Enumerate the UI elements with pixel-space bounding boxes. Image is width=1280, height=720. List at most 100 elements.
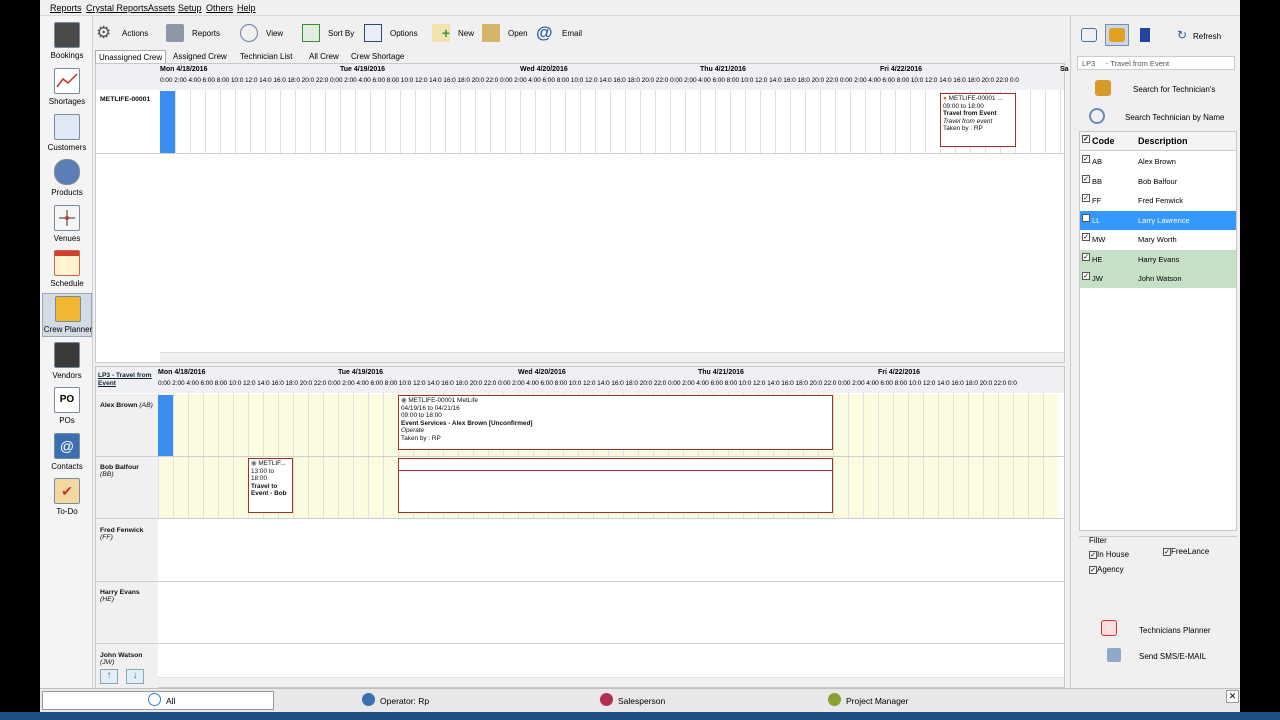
technician-row[interactable]: ✓ AB Alex Brown [1080,152,1236,171]
nav-products[interactable]: Products [42,157,92,201]
day-label: Mon 4/18/2016 [158,369,206,376]
tech-row-alex-brown[interactable]: Alex Brown (AB) [96,398,158,413]
app-window: Reports Crystal Reports Assets Setup Oth… [40,0,1240,712]
crew-toggle-button[interactable] [1105,24,1129,46]
move-down-button[interactable]: ↓ [126,669,144,684]
menu-assets[interactable]: Assets [148,3,175,13]
tech-row-harry-evans[interactable]: Harry Evans (HE) [96,585,158,607]
technician-checkbox[interactable]: ✓ [1082,233,1090,241]
tech-row-fred-fenwick[interactable]: Fred Fenwick (FF) [96,523,158,545]
tab-assigned-crew[interactable]: Assigned Crew [170,50,230,63]
grid-column-line [745,90,746,153]
refresh-icon: ↻ [1177,28,1188,42]
grid-column-line [835,90,836,153]
refresh-button[interactable]: ↻ Refresh [1177,28,1237,44]
select-all-checkbox[interactable]: ✓ [1082,135,1090,143]
filter-inhouse[interactable]: ✓In House [1089,550,1129,559]
options-monitor-icon [364,24,382,42]
menu-help[interactable]: Help [237,3,256,13]
search-technician-name-button[interactable]: Search Technician by Name [1089,108,1237,128]
row-divider [96,456,1064,457]
tech-row-bob-balfour[interactable]: Bob Balfour (BB) [96,460,158,482]
grid-column-line [640,90,641,153]
menu-others[interactable]: Others [206,3,233,13]
grid-column-line [325,90,326,153]
day-label: Tue 4/19/2016 [340,66,386,73]
day-label: Thu 4/21/2016 [698,369,744,376]
technician-checkbox[interactable]: ✓ [1082,174,1090,183]
technician-checkbox[interactable]: ✓ [1082,194,1090,202]
technician-row[interactable]: ✓ BB Bob Balfour [1080,172,1236,191]
nav-contacts[interactable]: @ Contacts [42,431,92,475]
technician-row[interactable]: ✓ HE Harry Evans [1080,249,1236,269]
nav-shortages[interactable]: Shortages [42,66,92,110]
technician-checkbox[interactable]: ✓ [1082,272,1090,280]
grid-column-line [265,90,266,153]
tab-unassigned-crew[interactable]: Unassigned Crew [95,50,167,63]
technician-checkbox[interactable]: ✓ [1082,213,1090,222]
column-description[interactable]: Description [1138,136,1188,146]
technician-code: JW [1092,274,1103,283]
planner-icon [1101,620,1117,636]
filter-agency[interactable]: ✓Agency [1089,565,1124,574]
menu-crystal-reports[interactable]: Crystal Reports [86,3,148,13]
travel-to-event-card[interactable]: ◉ METLIF... 13:00 to 18:00 Travel to Eve… [248,458,293,513]
menu-reports[interactable]: Reports [50,3,82,13]
chat-toggle-button[interactable] [1077,24,1101,46]
tab-technician-list[interactable]: Technician List [237,50,295,63]
event-icon: ◉ [401,397,407,404]
tab-crew-shortage[interactable]: Crew Shortage [348,50,407,63]
close-icon[interactable]: ✕ [1226,690,1239,703]
bottom-horizontal-scrollbar[interactable] [158,677,1064,687]
column-code[interactable]: Code [1092,136,1115,146]
selected-job-label[interactable]: LP3 - Travel from Event [98,372,154,388]
technician-row[interactable]: ✓ FF Fred Fenwick [1080,191,1236,210]
windows-taskbar [0,712,1280,720]
nav-vendors[interactable]: Vendors [42,340,92,384]
book-toggle-button[interactable] [1133,24,1157,46]
row-label-metlife: METLIFE-00001 [100,96,151,103]
grid-column-line [505,90,506,153]
operator-icon [362,693,375,706]
menu-setup[interactable]: Setup [178,3,202,13]
nav-pos[interactable]: PO POs [42,385,92,429]
technician-row[interactable]: ✓ JW John Watson [1080,269,1236,288]
grid-column-line [895,90,896,153]
grid-column-line [550,90,551,153]
nav-venues[interactable]: Venues [42,203,92,247]
nav-customers[interactable]: Customers [42,112,92,156]
travel-from-event-card[interactable]: ● METLIFE-00001 ... 09:00 to 18:00 Trave… [940,93,1016,147]
event-services-card-bob[interactable] [398,458,833,513]
send-sms-email-button[interactable]: Send SMS/E-MAIL [1107,648,1237,664]
globe-icon [148,693,161,706]
technician-code: AB [1092,157,1103,166]
row-divider [96,643,1064,644]
technician-checkbox[interactable]: ✓ [1082,252,1090,261]
move-up-button[interactable]: ↑ [100,669,118,684]
products-microphone-icon [54,159,80,185]
bottom-timeline-header: LP3 - Travel from Event Mon 4/18/2016 Tu… [96,367,1064,393]
search-technician-skill-button[interactable]: Search for Technician's [1095,80,1235,100]
nav-bookings[interactable]: Bookings [42,20,92,64]
tech-row-john-watson[interactable]: John Watson (JW) [96,648,158,670]
filter-freelance[interactable]: ✓FreeLance [1163,547,1209,556]
tab-all-crew[interactable]: All Crew [306,50,342,63]
grid-column-line [445,90,446,153]
top-horizontal-scrollbar[interactable] [160,352,1064,362]
event-services-card[interactable]: ◉ METLIFE-00001 MetLife 04/19/16 to 04/2… [398,395,833,450]
hour-ticks: 0:00 2:00 4:00 6:00 8:00 10:0 12:0 14:0 … [158,380,1017,387]
technician-row[interactable]: ✓ MW Mary Worth [1080,230,1236,249]
nav-todo[interactable]: ✔ To-Do [42,476,92,520]
day-label: Sa [1060,66,1069,73]
agency-checkbox[interactable]: ✓ [1089,566,1097,574]
freelance-checkbox[interactable]: ✓ [1163,548,1171,556]
nav-crew-planner[interactable]: Crew Planner [42,293,92,337]
nav-schedule[interactable]: Schedule [42,248,92,292]
technicians-planner-button[interactable]: Technicians Planner [1101,620,1237,638]
search-name-icon [1089,108,1105,124]
customers-icon [54,114,80,140]
inhouse-checkbox[interactable]: ✓ [1089,551,1097,559]
technician-row[interactable]: ✓ LL Larry Lawrence [1080,210,1236,230]
day-label: Wed 4/20/2016 [518,369,566,376]
technician-checkbox[interactable]: ✓ [1082,155,1090,163]
